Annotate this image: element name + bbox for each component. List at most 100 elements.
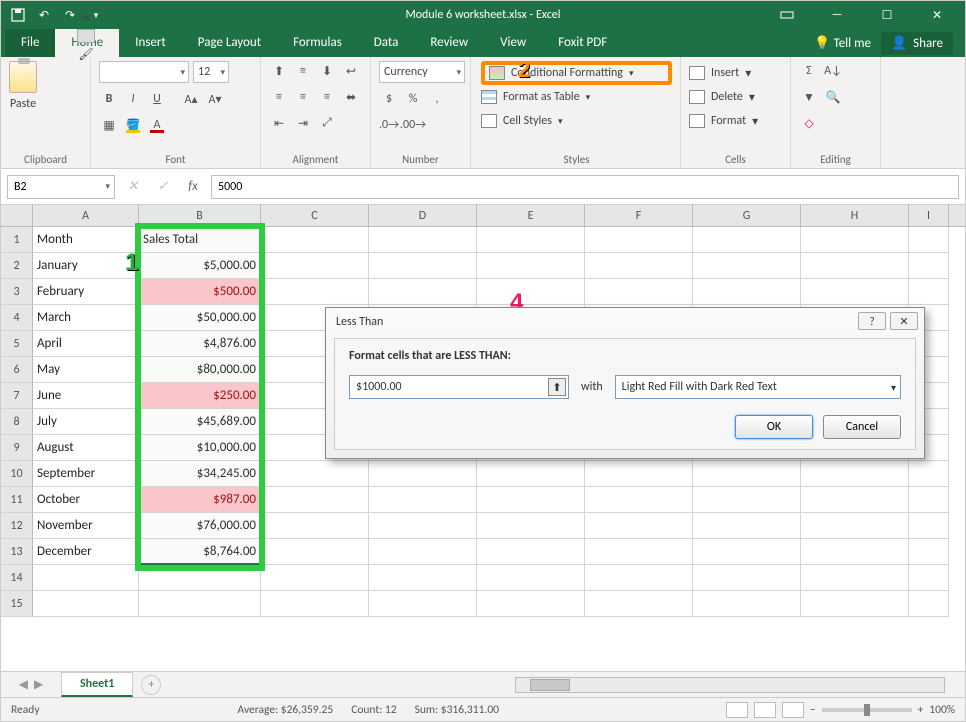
cell[interactable] bbox=[477, 461, 585, 487]
zoom-out-icon[interactable]: − bbox=[810, 703, 816, 717]
less-than-value-input[interactable]: $1000.00 ⬆ bbox=[349, 375, 569, 399]
font-color-button[interactable]: A bbox=[147, 115, 167, 135]
tab-file[interactable]: File bbox=[5, 29, 55, 57]
row-header[interactable]: 11 bbox=[1, 487, 33, 513]
cell[interactable]: $500.00 bbox=[139, 279, 261, 305]
cell[interactable] bbox=[693, 487, 801, 513]
align-right-icon[interactable]: ≡ bbox=[317, 87, 337, 107]
row-header[interactable]: 15 bbox=[1, 591, 33, 617]
cell[interactable] bbox=[369, 513, 477, 539]
row-header[interactable]: 2 bbox=[1, 253, 33, 279]
row-header[interactable]: 5 bbox=[1, 331, 33, 357]
cell[interactable] bbox=[261, 539, 369, 565]
col-header-I[interactable]: I bbox=[909, 205, 949, 226]
cell[interactable]: April bbox=[33, 331, 139, 357]
tell-me[interactable]: 💡 Tell me bbox=[814, 36, 871, 51]
cell[interactable]: $34,245.00 bbox=[139, 461, 261, 487]
add-sheet-button[interactable]: + bbox=[141, 675, 161, 695]
cell[interactable] bbox=[261, 253, 369, 279]
cell[interactable] bbox=[693, 227, 801, 253]
prev-sheet-icon[interactable]: ◀ bbox=[19, 677, 28, 692]
cell[interactable] bbox=[261, 487, 369, 513]
col-header-A[interactable]: A bbox=[33, 205, 139, 226]
col-header-B[interactable]: B bbox=[139, 205, 261, 226]
row-header[interactable]: 9 bbox=[1, 435, 33, 461]
dialog-close-button[interactable]: ✕ bbox=[890, 312, 918, 330]
decrease-decimal-icon[interactable]: .00→ bbox=[403, 115, 423, 135]
cell[interactable] bbox=[585, 461, 693, 487]
cell[interactable] bbox=[477, 591, 585, 617]
font-name-combo[interactable] bbox=[99, 61, 189, 83]
range-selector-icon[interactable]: ⬆ bbox=[548, 378, 566, 396]
cell[interactable] bbox=[693, 461, 801, 487]
format-style-combo[interactable]: Light Red Fill with Dark Red Text bbox=[615, 375, 901, 399]
cell[interactable] bbox=[801, 487, 909, 513]
row-header[interactable]: 12 bbox=[1, 513, 33, 539]
cell[interactable] bbox=[801, 513, 909, 539]
indent-right-icon[interactable]: ⇥ bbox=[293, 113, 313, 133]
formula-input[interactable]: 5000 bbox=[211, 175, 959, 199]
italic-button[interactable]: I bbox=[123, 89, 143, 109]
fill-icon[interactable]: ▼ bbox=[799, 87, 819, 107]
cell[interactable] bbox=[477, 539, 585, 565]
cell[interactable]: February bbox=[33, 279, 139, 305]
undo-icon[interactable]: ↶ bbox=[35, 6, 53, 24]
sheet-tab-sheet1[interactable]: Sheet1 bbox=[61, 672, 133, 697]
dialog-help-button[interactable]: ? bbox=[858, 312, 886, 330]
cell[interactable]: Month bbox=[33, 227, 139, 253]
row-header[interactable]: 3 bbox=[1, 279, 33, 305]
save-icon[interactable] bbox=[9, 6, 27, 24]
cell[interactable] bbox=[369, 591, 477, 617]
row-header[interactable]: 4 bbox=[1, 305, 33, 331]
align-center-icon[interactable]: ≡ bbox=[293, 87, 313, 107]
name-box[interactable]: B2 bbox=[7, 175, 115, 199]
row-header[interactable]: 8 bbox=[1, 409, 33, 435]
row-header[interactable]: 1 bbox=[1, 227, 33, 253]
normal-view-icon[interactable] bbox=[726, 702, 748, 718]
insert-cells-button[interactable]: Insert ▾ bbox=[689, 61, 782, 85]
col-header-H[interactable]: H bbox=[801, 205, 909, 226]
cell[interactable] bbox=[909, 513, 949, 539]
cell[interactable] bbox=[909, 253, 949, 279]
cell-styles-button[interactable]: Cell Styles ▾ bbox=[481, 109, 672, 133]
cell[interactable] bbox=[261, 565, 369, 591]
col-header-D[interactable]: D bbox=[369, 205, 477, 226]
increase-font-icon[interactable]: A▴ bbox=[181, 89, 201, 109]
enter-formula-icon[interactable]: ✓ bbox=[151, 175, 175, 199]
tab-insert[interactable]: Insert bbox=[119, 29, 182, 57]
row-header[interactable]: 7 bbox=[1, 383, 33, 409]
tab-foxit[interactable]: Foxit PDF bbox=[542, 29, 623, 57]
sort-filter-icon[interactable]: A↓ bbox=[823, 61, 843, 81]
cell[interactable] bbox=[693, 253, 801, 279]
percent-icon[interactable]: % bbox=[403, 89, 423, 109]
conditional-formatting-button[interactable]: Conditional Formatting ▾ bbox=[481, 61, 672, 85]
cell[interactable] bbox=[369, 565, 477, 591]
decrease-font-icon[interactable]: A▾ bbox=[205, 89, 225, 109]
cell[interactable]: Sales Total bbox=[139, 227, 261, 253]
cell[interactable] bbox=[585, 591, 693, 617]
row-header[interactable]: 13 bbox=[1, 539, 33, 565]
row-header[interactable]: 6 bbox=[1, 357, 33, 383]
cell[interactable] bbox=[801, 279, 909, 305]
cell[interactable] bbox=[369, 539, 477, 565]
next-sheet-icon[interactable]: ▶ bbox=[34, 677, 43, 692]
col-header-C[interactable]: C bbox=[261, 205, 369, 226]
tab-data[interactable]: Data bbox=[358, 29, 415, 57]
cell[interactable]: $45,689.00 bbox=[139, 409, 261, 435]
cell[interactable] bbox=[693, 539, 801, 565]
cell[interactable] bbox=[801, 565, 909, 591]
cut-icon[interactable]: ✂ bbox=[77, 11, 95, 25]
cell[interactable] bbox=[139, 565, 261, 591]
maximize-button[interactable]: ☐ bbox=[865, 5, 909, 25]
page-break-view-icon[interactable] bbox=[782, 702, 804, 718]
cell[interactable]: August bbox=[33, 435, 139, 461]
font-size-combo[interactable]: 12 bbox=[193, 61, 229, 83]
format-as-table-button[interactable]: Format as Table ▾ bbox=[481, 85, 672, 109]
orientation-icon[interactable]: ⤢ bbox=[317, 113, 337, 133]
find-icon[interactable]: 🔍 bbox=[823, 87, 843, 107]
zoom-slider[interactable] bbox=[822, 708, 912, 712]
cell[interactable] bbox=[477, 279, 585, 305]
cell[interactable] bbox=[693, 565, 801, 591]
share-button[interactable]: 👤 Share bbox=[881, 32, 953, 55]
number-format-combo[interactable]: Currency bbox=[379, 61, 465, 83]
